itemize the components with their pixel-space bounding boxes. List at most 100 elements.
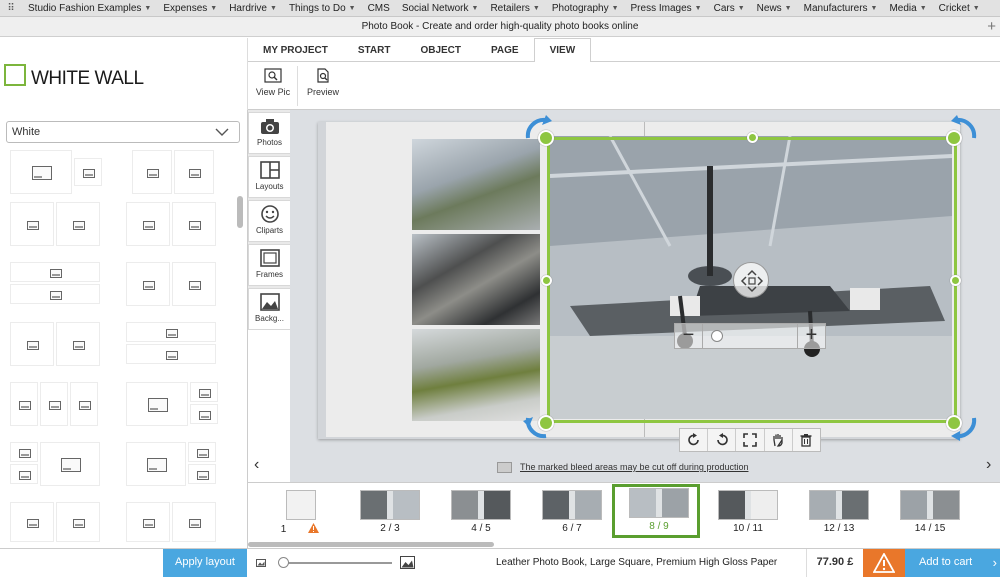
bookmark-label: Press Images	[630, 2, 692, 14]
tool-layout[interactable]: Layouts	[248, 156, 290, 198]
pan-control[interactable]	[733, 262, 769, 298]
image-placeholder-icon	[147, 168, 159, 178]
page-thumbnail-label: 10 / 11	[704, 523, 792, 534]
layout-option[interactable]	[126, 262, 218, 308]
rotate-handle-bottom-right-icon[interactable]	[950, 412, 980, 442]
apply-layout-button[interactable]: Apply layout	[163, 549, 247, 577]
bookmark-item[interactable]: Hardrive ▼	[223, 3, 283, 14]
zoom-in-button[interactable]: +	[797, 324, 825, 348]
layout-slot	[10, 150, 72, 194]
bookmark-item[interactable]: Retailers ▼	[484, 3, 545, 14]
page-thumbnail[interactable]: 2 / 3	[346, 489, 434, 537]
photo-context-toolbar	[679, 428, 821, 452]
layout-option[interactable]	[10, 322, 102, 368]
new-tab-plus-icon[interactable]: +	[987, 18, 996, 35]
warning-button[interactable]	[863, 549, 905, 577]
window-title: Photo Book - Create and order high-quali…	[361, 21, 639, 32]
layout-slot	[172, 262, 216, 306]
previous-page-arrow-icon[interactable]: ‹	[254, 456, 259, 474]
page-thumbnail[interactable]: 4 / 5	[437, 489, 525, 537]
warning-icon	[873, 553, 895, 573]
delete-button[interactable]	[793, 429, 820, 451]
bookmark-item[interactable]: Cars ▼	[708, 3, 751, 14]
thumbnail-scrollbar[interactable]	[248, 542, 494, 547]
image-placeholder-icon	[199, 388, 211, 398]
page-thumbnail[interactable]: 14 / 15	[886, 489, 974, 537]
layout-slot	[10, 262, 100, 282]
layout-slot	[172, 502, 216, 542]
view-zoom-knob[interactable]	[278, 557, 289, 568]
layout-option[interactable]	[10, 502, 102, 548]
sidebar-scrollbar[interactable]	[237, 196, 243, 228]
resize-handle-left[interactable]	[541, 275, 552, 286]
rotate-right-button[interactable]	[680, 429, 709, 451]
apps-grid-icon[interactable]: ⠿	[0, 3, 22, 14]
view-zoom-slider[interactable]	[256, 555, 416, 571]
bookmark-item[interactable]: Manufacturers ▼	[798, 3, 884, 14]
tab-view[interactable]: VIEW	[533, 38, 592, 63]
page-thumbnail-image	[629, 488, 689, 518]
zoom-out-button[interactable]: −	[675, 324, 703, 348]
layout-option[interactable]	[126, 150, 218, 196]
caret-down-icon: ▼	[870, 4, 878, 12]
tab-my-project[interactable]: MY PROJECT	[248, 38, 343, 62]
bookmark-item[interactable]: Photography ▼	[546, 3, 625, 14]
layout-option[interactable]	[10, 262, 102, 308]
page-thumbnail[interactable]: 10 / 11	[704, 489, 792, 537]
tool-background[interactable]: Backg...	[248, 288, 290, 330]
bookmark-item[interactable]: Studio Fashion Examples ▼	[22, 3, 157, 14]
view-ribbon: View Pic Preview	[248, 62, 1000, 110]
resize-handle-top[interactable]	[747, 132, 758, 143]
image-placeholder-icon	[73, 220, 85, 230]
layout-option[interactable]	[10, 202, 102, 248]
bookmark-item[interactable]: Press Images ▼	[625, 3, 708, 14]
rotate-handle-top-right-icon[interactable]	[950, 114, 980, 144]
layout-slot	[190, 404, 218, 424]
layout-option[interactable]	[126, 202, 218, 248]
move-button[interactable]	[765, 429, 793, 451]
image-placeholder-icon	[143, 220, 155, 230]
tool-camera[interactable]: Photos	[248, 112, 290, 154]
rotate-handle-bottom-left-icon[interactable]	[522, 412, 552, 442]
tool-smiley[interactable]: Cliparts	[248, 200, 290, 242]
bookmark-item[interactable]: News ▼	[751, 3, 798, 14]
pan-arrows-icon	[740, 269, 764, 293]
layout-option[interactable]	[10, 382, 102, 428]
page-thumbnail[interactable]: 12 / 13	[795, 489, 883, 537]
tab-page[interactable]: PAGE	[476, 38, 534, 62]
layout-option[interactable]	[126, 322, 218, 368]
tool-frame[interactable]: Frames	[248, 244, 290, 286]
zoom-slider-knob[interactable]	[711, 330, 723, 342]
bookmark-item[interactable]: Social Network ▼	[396, 3, 485, 14]
resize-handle-right[interactable]	[950, 275, 961, 286]
bookmark-item[interactable]: Cricket ▼	[933, 3, 986, 14]
layout-option[interactable]	[126, 442, 218, 488]
view-pic-button[interactable]: View Pic	[254, 68, 292, 97]
add-to-cart-button[interactable]: Add to cart ›	[905, 549, 1000, 577]
bookmark-item[interactable]: Things to Do ▼	[283, 3, 362, 14]
layout-option[interactable]	[126, 502, 218, 548]
rotate-handle-top-left-icon[interactable]	[522, 114, 552, 144]
next-page-arrow-icon[interactable]: ›	[986, 456, 991, 474]
bookmark-item[interactable]: CMS	[362, 3, 396, 14]
layout-option[interactable]	[10, 442, 102, 488]
bookmark-item[interactable]: Media ▼	[883, 3, 932, 14]
bleed-notice: The marked bleed areas may be cut off du…	[497, 459, 748, 475]
background-color-select[interactable]: White	[6, 121, 240, 143]
rotate-left-button[interactable]	[708, 429, 737, 451]
layout-option[interactable]	[126, 382, 218, 428]
image-placeholder-icon	[50, 290, 62, 300]
photo-hangar-spitfire[interactable]	[412, 139, 540, 230]
page-thumbnail[interactable]: 8 / 9	[612, 484, 700, 538]
layout-option[interactable]	[10, 150, 102, 196]
photo-engine[interactable]	[412, 234, 540, 325]
preview-button[interactable]: Preview	[304, 68, 342, 97]
photo-green-aircraft[interactable]	[412, 329, 540, 421]
page-thumbnail[interactable]: 6 / 7	[528, 489, 616, 537]
tab-start[interactable]: START	[343, 38, 406, 62]
tool-label: Frames	[255, 270, 284, 279]
bookmark-item[interactable]: Expenses ▼	[157, 3, 223, 14]
tab-object[interactable]: OBJECT	[405, 38, 476, 62]
page-thumbnail[interactable]: 1	[256, 489, 344, 537]
fit-frame-button[interactable]	[736, 429, 765, 451]
